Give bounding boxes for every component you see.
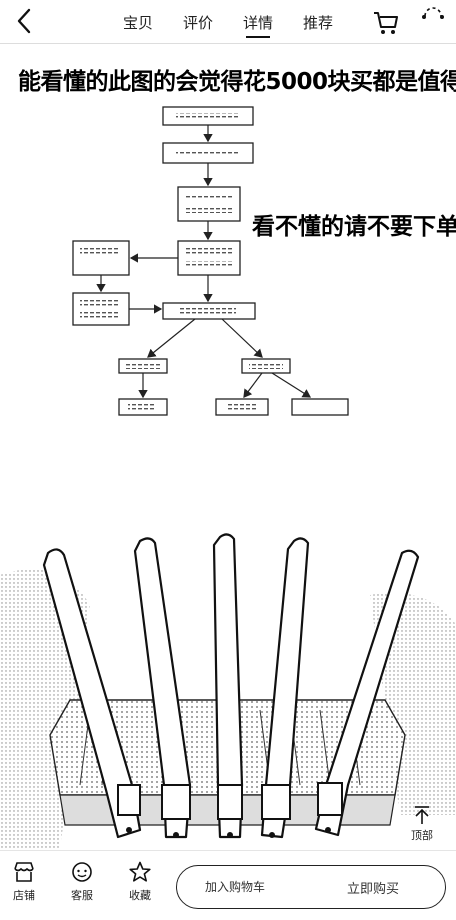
store-label: 店铺 <box>13 889 35 902</box>
arrow-up-icon <box>415 806 429 824</box>
service-icon <box>72 862 92 882</box>
purchase-pill: 加入购物车 立即购买 <box>176 865 446 909</box>
add-to-cart-button[interactable]: 加入购物车 <box>205 878 265 895</box>
scroll-to-top-label: 顶部 <box>411 829 433 842</box>
store-button[interactable]: 店铺 <box>2 861 46 903</box>
detail-content[interactable]: 能看懂的此图的会觉得花5000块买都是值得的 看不懂的请不要下单 顶部 <box>0 45 456 850</box>
tab-xiangqing[interactable]: 详情 <box>228 0 288 44</box>
star-icon <box>129 861 151 882</box>
nav-tabs: 宝贝 评价 详情 推荐 <box>108 0 348 44</box>
bottom-action-bar: 店铺 客服 收藏 加入购物车 立即购买 <box>0 850 456 920</box>
scroll-to-top-button[interactable]: 顶部 <box>400 805 444 849</box>
side-note-text: 看不懂的请不要下单 <box>252 214 456 240</box>
store-icon <box>14 862 34 882</box>
tab-label: 评价 <box>182 13 213 32</box>
favorite-label: 收藏 <box>129 889 151 902</box>
service-label: 客服 <box>71 889 93 902</box>
flowchart-image <box>72 106 349 416</box>
tab-label: 推荐 <box>302 13 333 32</box>
tab-tuijian[interactable]: 推荐 <box>288 0 348 44</box>
buy-now-button[interactable]: 立即购买 <box>347 878 399 897</box>
more-icon[interactable] <box>420 2 446 22</box>
favorite-button[interactable]: 收藏 <box>118 861 162 903</box>
tab-baobei[interactable]: 宝贝 <box>108 0 168 44</box>
router-product-image <box>0 533 456 850</box>
tab-label: 宝贝 <box>122 13 153 32</box>
top-nav-bar: 宝贝 评价 详情 推荐 <box>0 0 456 44</box>
detail-headline: 能看懂的此图的会觉得花5000块买都是值得的 <box>18 69 456 95</box>
tab-pingjia[interactable]: 评价 <box>168 0 228 44</box>
tab-label: 详情 <box>242 13 273 32</box>
back-icon[interactable] <box>10 6 40 36</box>
cart-icon[interactable] <box>372 10 400 36</box>
service-button[interactable]: 客服 <box>60 861 104 903</box>
